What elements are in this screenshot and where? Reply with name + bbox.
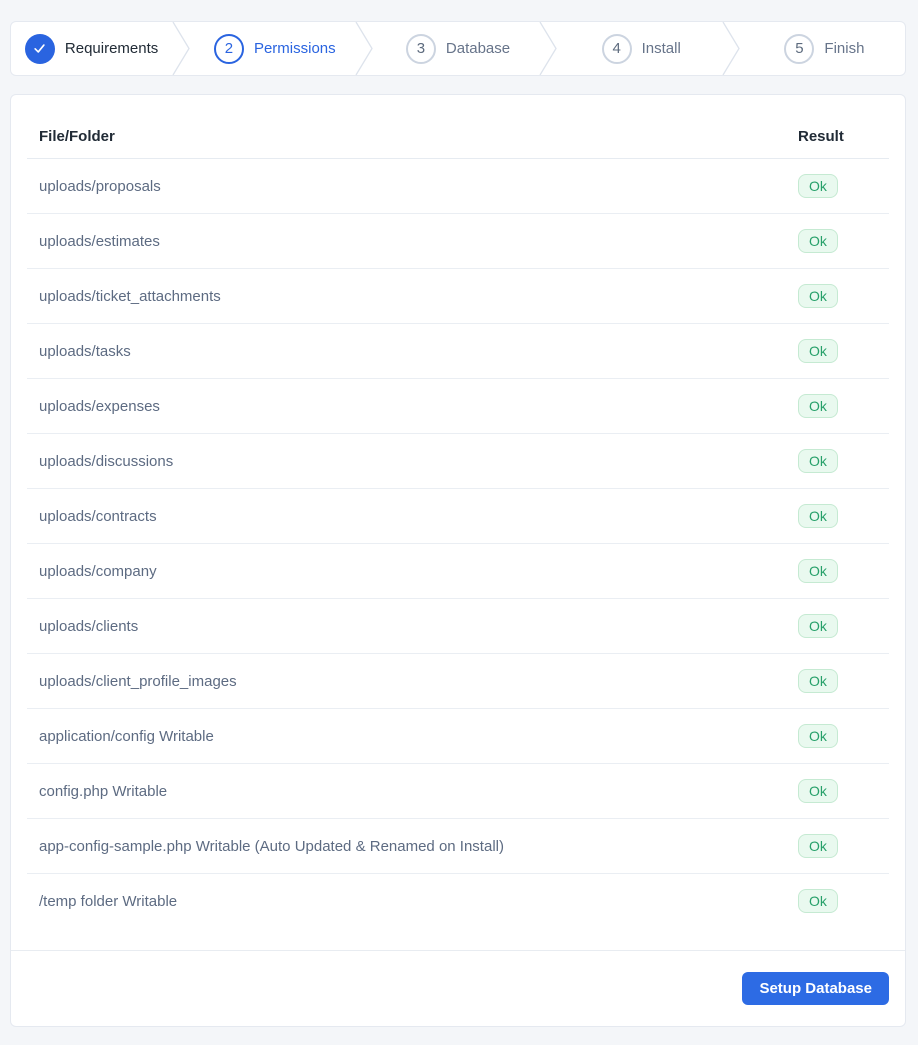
result-cell: Ok: [786, 378, 889, 434]
step-install[interactable]: 4 Install: [561, 22, 722, 75]
result-cell: Ok: [786, 268, 889, 324]
file-folder-cell: uploads/ticket_attachments: [27, 268, 786, 324]
step-label: Finish: [824, 40, 865, 57]
result-cell: Ok: [786, 598, 889, 654]
card-footer: Setup Database: [11, 950, 905, 1026]
table-row: uploads/company Ok: [27, 543, 889, 599]
status-badge: Ok: [798, 669, 838, 693]
file-folder-cell: /temp folder Writable: [27, 873, 786, 928]
table-row: application/config Writable Ok: [27, 708, 889, 764]
file-folder-cell: uploads/estimates: [27, 213, 786, 269]
status-badge: Ok: [798, 559, 838, 583]
step-circle: [24, 33, 55, 64]
step-label: Permissions: [253, 40, 336, 57]
status-badge: Ok: [798, 449, 838, 473]
result-cell: Ok: [786, 323, 889, 379]
result-cell: Ok: [786, 653, 889, 709]
file-folder-cell: uploads/expenses: [27, 378, 786, 434]
status-badge: Ok: [798, 284, 838, 308]
result-cell: Ok: [786, 818, 889, 874]
result-cell: Ok: [786, 488, 889, 544]
table-row: app-config-sample.php Writable (Auto Upd…: [27, 818, 889, 874]
result-cell: Ok: [786, 213, 889, 269]
file-folder-cell: uploads/clients: [27, 598, 786, 654]
check-icon: [32, 41, 47, 56]
file-folder-cell: config.php Writable: [27, 763, 786, 819]
file-folder-cell: app-config-sample.php Writable (Auto Upd…: [27, 818, 786, 874]
status-badge: Ok: [798, 724, 838, 748]
table-row: uploads/discussions Ok: [27, 433, 889, 489]
chevron-right-separator-icon: [172, 22, 190, 75]
result-cell: Ok: [786, 543, 889, 599]
status-badge: Ok: [798, 889, 838, 913]
column-header-result: Result: [786, 115, 889, 159]
table-header-row: File/Folder Result: [27, 115, 889, 159]
file-folder-cell: uploads/client_profile_images: [27, 653, 786, 709]
chevron-right-separator-icon: [539, 22, 557, 75]
status-badge: Ok: [798, 834, 838, 858]
permissions-card: File/Folder Result uploads/proposals Ok …: [10, 94, 906, 1027]
step-number: 2: [224, 40, 234, 57]
step-circle: 4: [601, 33, 632, 64]
file-folder-cell: uploads/proposals: [39, 177, 161, 195]
status-badge: Ok: [798, 174, 838, 198]
table-row: uploads/proposals Ok: [27, 159, 889, 214]
step-circle: 2: [213, 33, 244, 64]
status-badge: Ok: [798, 339, 838, 363]
step-number: 4: [612, 40, 621, 57]
step-label: Database: [445, 40, 511, 57]
status-badge: Ok: [798, 614, 838, 638]
file-folder-cell: uploads/contracts: [27, 488, 786, 544]
step-number: 3: [416, 40, 426, 57]
result-cell: Ok: [786, 873, 889, 928]
step-circle: 3: [405, 33, 436, 64]
column-header-file-folder: File/Folder: [27, 115, 786, 159]
status-badge: Ok: [798, 779, 838, 803]
table-row: uploads/expenses Ok: [27, 378, 889, 434]
chevron-right-separator-icon: [722, 22, 740, 75]
permissions-table: File/Folder Result uploads/proposals Ok …: [27, 115, 889, 928]
step-permissions[interactable]: 2 Permissions: [194, 22, 355, 75]
status-badge: Ok: [798, 504, 838, 528]
table-row: /temp folder Writable Ok: [27, 873, 889, 928]
table-row: config.php Writable Ok: [27, 763, 889, 819]
status-badge: Ok: [798, 229, 838, 253]
result-cell: Ok: [786, 433, 889, 489]
step-finish[interactable]: 5 Finish: [744, 22, 905, 75]
table-row: uploads/tasks Ok: [27, 323, 889, 379]
step-circle: 5: [784, 33, 815, 64]
step-database[interactable]: 3 Database: [377, 22, 538, 75]
result-cell: Ok: [786, 159, 889, 214]
file-folder-cell: uploads/discussions: [27, 433, 786, 489]
table-row: uploads/client_profile_images Ok: [27, 653, 889, 709]
file-folder-cell: uploads/tasks: [27, 323, 786, 379]
table-row: uploads/contracts Ok: [27, 488, 889, 544]
file-folder-cell: application/config Writable: [27, 708, 786, 764]
status-badge: Ok: [798, 394, 838, 418]
step-requirements[interactable]: Requirements: [11, 22, 172, 75]
chevron-right-separator-icon: [355, 22, 374, 75]
wizard-stepper: Requirements 2 Permissions 3 Database 4 …: [10, 21, 906, 76]
result-cell: Ok: [786, 708, 889, 764]
step-label: Install: [641, 40, 681, 57]
table-row: uploads/ticket_attachments Ok: [27, 268, 889, 324]
table-row: uploads/estimates Ok: [27, 213, 889, 269]
file-folder-cell: uploads/company: [27, 543, 786, 599]
step-label: Requirements: [64, 40, 159, 57]
setup-database-button[interactable]: Setup Database: [742, 972, 889, 1005]
result-cell: Ok: [786, 763, 889, 819]
table-row: uploads/clients Ok: [27, 598, 889, 654]
step-number: 5: [795, 40, 804, 57]
